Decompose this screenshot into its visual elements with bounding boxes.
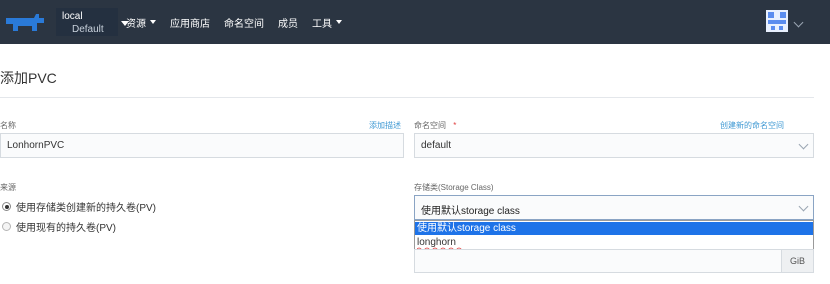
add-description-link[interactable]: 添加描述 [369, 120, 401, 131]
storage-class-option-default[interactable]: 使用默认storage class [415, 222, 813, 235]
radio-unchecked-icon[interactable] [2, 222, 11, 231]
capacity-unit: GiB [781, 250, 813, 272]
nav-item-namespaces[interactable]: 命名空间 [224, 15, 264, 30]
divider [0, 97, 814, 98]
nav-item-label: 成员 [278, 18, 298, 30]
source-option-label: 使用现有的持久卷(PV) [16, 223, 116, 234]
cluster-name: local [62, 11, 83, 22]
source-option-new-pv[interactable]: 使用存储类创建新的持久卷(PV) [2, 199, 156, 214]
namespace-label: 命名空间 * [414, 120, 456, 131]
required-marker: * [453, 121, 457, 130]
nav-item-resources[interactable]: 资源 [126, 15, 156, 30]
storage-class-option-longhorn[interactable]: longhorn [415, 236, 813, 250]
nav-item-catalog-apps[interactable]: 应用商店 [170, 15, 210, 30]
nav-item-members[interactable]: 成员 [278, 15, 298, 30]
source-option-existing-pv[interactable]: 使用现有的持久卷(PV) [2, 219, 116, 234]
storage-class-select[interactable]: 使用默认storage class [414, 195, 814, 220]
top-navbar: local Default 资源 应用商店 命名空间 成员 工具 [0, 0, 830, 44]
name-input-value: LonhornPVC [7, 140, 65, 151]
radio-checked-icon[interactable] [2, 202, 11, 211]
source-label: 来源 [0, 183, 16, 192]
namespace-select[interactable]: default [414, 133, 814, 158]
nav-item-label: 工具 [312, 18, 332, 30]
name-input[interactable]: LonhornPVC [0, 133, 404, 158]
namespace-label-text: 命名空间 [414, 121, 446, 130]
chevron-down-icon [798, 139, 809, 150]
chevron-down-icon [798, 201, 809, 212]
nav-item-label: 应用商店 [170, 18, 210, 30]
main-nav: 资源 应用商店 命名空间 成员 工具 [126, 0, 356, 44]
chevron-down-icon [336, 20, 342, 24]
cluster-switcher[interactable]: local Default [56, 8, 118, 36]
source-option-label: 使用存储类创建新的持久卷(PV) [16, 203, 156, 214]
user-avatar-icon[interactable] [766, 10, 788, 32]
rancher-logo-icon[interactable] [4, 11, 46, 35]
capacity-input[interactable]: GiB [414, 249, 814, 273]
chevron-down-icon [150, 20, 156, 24]
page-title: 添加PVC [0, 70, 57, 86]
nav-item-tools[interactable]: 工具 [312, 15, 342, 30]
nav-item-label: 资源 [126, 18, 146, 30]
storage-class-value: 使用默认storage class [421, 206, 520, 217]
storage-class-label: 存储类(Storage Class) [414, 183, 494, 192]
name-label: 名称 [0, 121, 16, 130]
nav-item-label: 命名空间 [224, 18, 264, 30]
create-namespace-link[interactable]: 创建新的命名空间 [720, 120, 784, 131]
namespace-select-value: default [421, 140, 452, 151]
storage-class-dropdown: 使用默认storage class longhorn [414, 220, 814, 250]
project-name: Default [72, 24, 104, 35]
chevron-down-icon[interactable] [793, 17, 804, 28]
